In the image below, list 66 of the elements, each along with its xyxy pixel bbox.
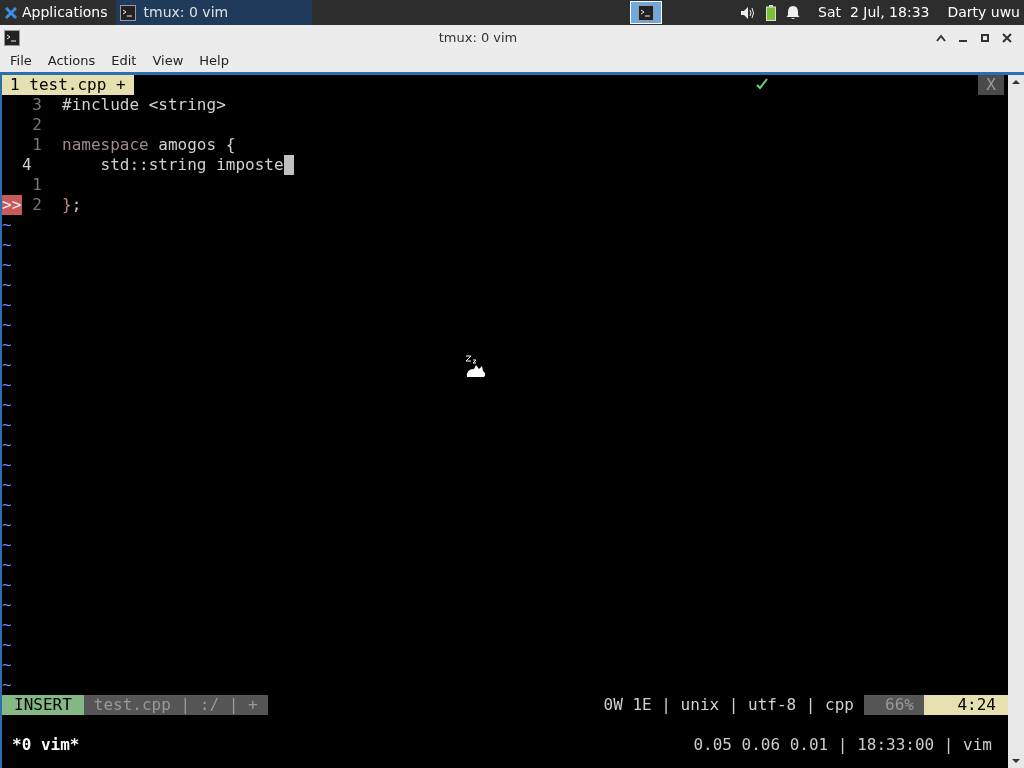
menu-item[interactable]: Help (191, 51, 237, 71)
tilde: ~ (2, 495, 12, 515)
terminal-icon (637, 4, 654, 21)
sleeping-cat-drawing (464, 355, 488, 379)
file-status: test.cpp | :/ | + (83, 695, 268, 715)
user-name[interactable]: Darty uwu (947, 2, 1020, 23)
code-line: #include <string> (62, 95, 226, 115)
terminal-icon (119, 4, 136, 21)
battery-icon[interactable] (766, 4, 777, 21)
tilde: ~ (2, 535, 12, 555)
check-icon (756, 78, 769, 90)
tilde: ~ (2, 575, 12, 595)
tilde: ~ (2, 215, 12, 235)
line-number: 3 (31, 95, 43, 115)
line-number: 1 (31, 135, 43, 155)
tilde: ~ (2, 475, 12, 495)
tilde: ~ (2, 335, 12, 355)
window-title: tmux: 0 vim (437, 28, 519, 47)
menu-item[interactable]: File (2, 51, 40, 71)
code-line: }; (62, 195, 82, 215)
terminal-icon (4, 29, 20, 46)
workspace-button[interactable] (629, 1, 662, 24)
menu-item[interactable]: Actions (39, 51, 104, 71)
code-line: namespace amogos { (62, 135, 236, 155)
clock[interactable]: Sat 2 Jul, 18:33 (818, 2, 930, 23)
tab-label[interactable]: 1 test.cpp + (2, 75, 134, 95)
maximize-icon[interactable] (980, 32, 990, 43)
taskbar-button[interactable]: tmux: 0 vim (115, 0, 312, 25)
tilde: ~ (2, 315, 12, 335)
line-number: 4 (22, 155, 33, 175)
chevron-up-icon[interactable] (936, 33, 946, 42)
tilde: ~ (2, 295, 12, 315)
tmux-status: 0.05 0.06 0.01 | 18:33:00 | vim (693, 735, 993, 755)
volume-icon[interactable] (740, 5, 757, 20)
menu-item[interactable]: View (144, 51, 192, 71)
tilde: ~ (2, 255, 12, 275)
tilde: ~ (2, 415, 12, 435)
applications-menu[interactable]: Applications (0, 0, 112, 25)
error-sign: >> (2, 195, 22, 215)
tilde: ~ (2, 395, 12, 415)
line-number: 2 (31, 195, 43, 215)
close-icon[interactable] (1002, 32, 1012, 43)
tilde: ~ (2, 375, 12, 395)
tilde: ~ (2, 675, 12, 695)
line-number: 2 (31, 115, 43, 135)
scroll-percent: 66% (864, 695, 924, 715)
tilde: ~ (2, 355, 12, 375)
tilde: ~ (2, 455, 12, 475)
line-number: 1 (31, 175, 43, 195)
bell-icon[interactable] (786, 5, 801, 20)
file-info: 0W 1E | unix | utf-8 | cpp (602, 695, 855, 715)
tilde: ~ (2, 555, 12, 575)
tmux-window[interactable]: *0 vim* (2, 735, 80, 755)
tilde: ~ (2, 655, 12, 675)
tilde: ~ (2, 235, 12, 255)
tilde: ~ (2, 435, 12, 455)
cursor-position: 4:24 (924, 695, 1008, 715)
menu-item[interactable]: Edit (103, 51, 145, 71)
code-line: std::string imposte (62, 155, 294, 175)
tilde: ~ (2, 595, 12, 615)
tilde: ~ (2, 275, 12, 295)
x-logo-icon (4, 5, 18, 20)
tilde: ~ (2, 635, 12, 655)
mode-indicator: INSERT (2, 695, 84, 715)
tilde: ~ (2, 515, 12, 535)
tilde: ~ (2, 615, 12, 635)
